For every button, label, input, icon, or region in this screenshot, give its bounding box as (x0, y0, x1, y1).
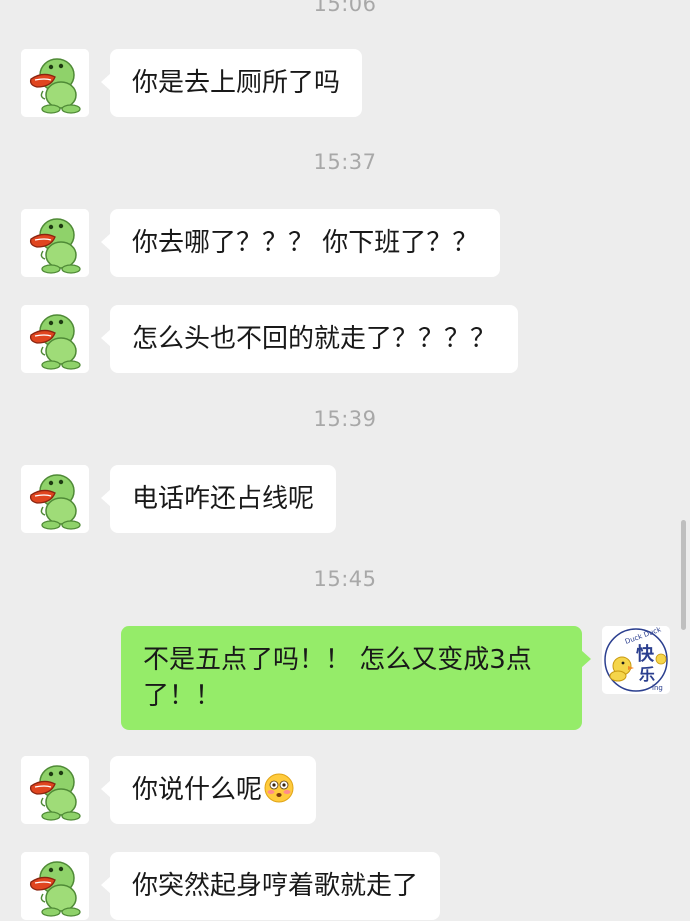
flushed-face-emoji-icon (264, 773, 294, 803)
duck-badge-tail-text: ing (652, 684, 663, 692)
message-text: 你是去上厕所了吗 (132, 68, 341, 98)
message-bubble[interactable]: 电话咋还占线呢 (100, 465, 337, 533)
message-text: 你突然起身哼着歌就走了 (132, 871, 419, 901)
message-bubble[interactable]: 你突然起身哼着歌就走了 (100, 852, 441, 920)
contact-avatar-frog-icon[interactable] (21, 756, 89, 824)
timestamp: 15:39 (313, 407, 377, 431)
contact-avatar-frog-icon[interactable] (21, 465, 89, 533)
message-text: 你说什么呢 (132, 775, 263, 805)
my-message-bubble[interactable]: 不是五点了吗！！ 怎么又变成3点了！！ (121, 626, 591, 730)
duck-badge-char-bottom: 乐 (639, 665, 655, 684)
message-text: 不是五点了吗！！ 怎么又变成3点了！！ (143, 645, 532, 711)
timestamp: 15:45 (313, 567, 377, 591)
scrollbar[interactable] (681, 520, 686, 630)
message-bubble[interactable]: 你去哪了？？？ 你下班了？？ (100, 209, 501, 277)
contact-avatar-frog-icon[interactable] (21, 49, 89, 117)
contact-avatar-frog-icon[interactable] (21, 209, 89, 277)
message-bubble[interactable]: 你是去上厕所了吗 (100, 49, 363, 117)
timestamp: 15:37 (313, 150, 377, 174)
message-text: 电话咋还占线呢 (132, 484, 315, 514)
message-text: 怎么头也不回的就走了？？？？ (132, 324, 497, 354)
contact-avatar-frog-icon[interactable] (21, 852, 89, 920)
message-bubble[interactable]: 怎么头也不回的就走了？？？？ (100, 305, 519, 373)
contact-avatar-frog-icon[interactable] (21, 305, 89, 373)
my-avatar-duck-icon[interactable]: Duck Duck 快 乐 ing (602, 626, 670, 694)
message-text: 你去哪了？？？ 你下班了？？ (132, 228, 479, 258)
timestamp: 15:06 (313, 0, 377, 16)
duck-badge-char-top: 快 (636, 643, 655, 665)
message-bubble[interactable]: 你说什么呢 (100, 756, 317, 824)
